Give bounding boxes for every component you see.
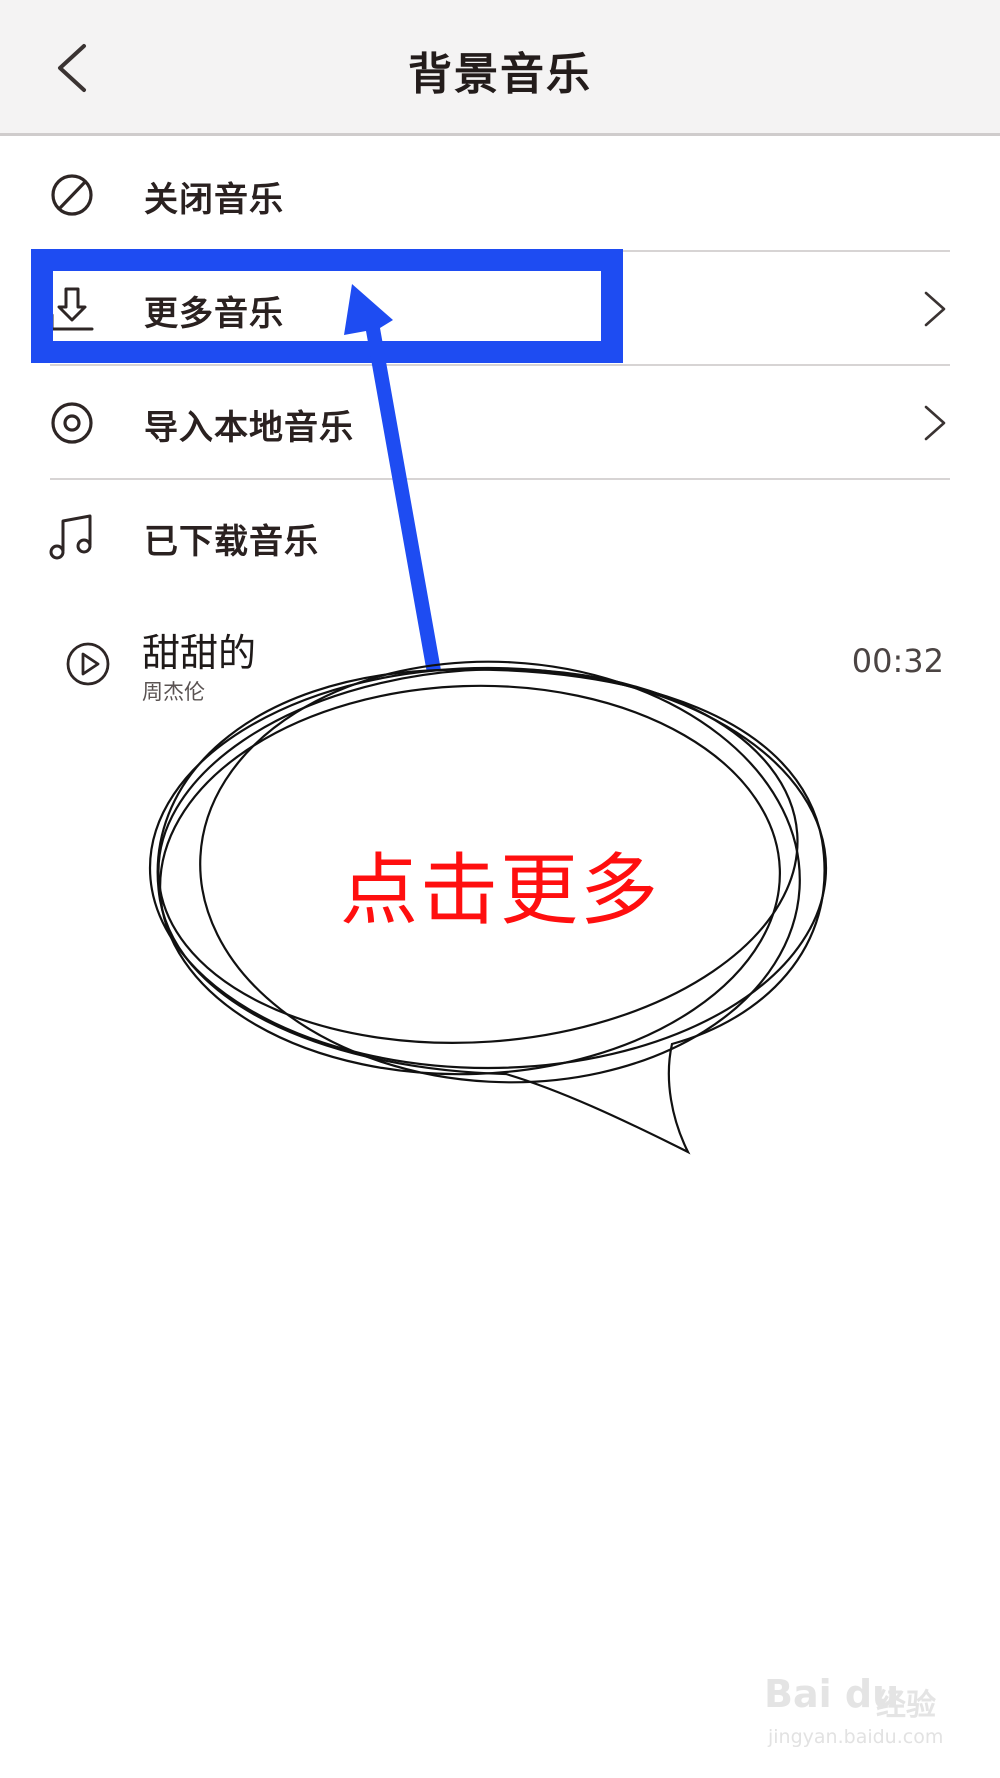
- page-title: 背景音乐: [408, 49, 592, 100]
- menu-item-downloaded-music: 已下载音乐: [0, 480, 1000, 594]
- song-row[interactable]: 甜甜的 周杰伦 00:32: [0, 612, 1000, 722]
- callout-text: 点击更多: [340, 846, 661, 936]
- music-note-icon: [49, 514, 92, 560]
- chevron-right-icon: [924, 291, 946, 327]
- song-artist: 周杰伦: [142, 680, 205, 704]
- play-icon[interactable]: [64, 640, 112, 688]
- song-duration: 00:32: [851, 642, 944, 680]
- menu-item-label: 更多音乐: [144, 294, 284, 334]
- disable-icon: [51, 174, 93, 216]
- menu-item-label: 导入本地音乐: [144, 408, 354, 448]
- song-title: 甜甜的: [142, 631, 257, 675]
- app-header: 背景音乐: [0, 0, 1000, 136]
- watermark-url: jingyan.baidu.com: [768, 1726, 944, 1748]
- menu-item-close-music[interactable]: 关闭音乐: [0, 138, 1000, 252]
- menu-item-more-music[interactable]: 更多音乐: [0, 252, 1000, 366]
- menu-item-label: 关闭音乐: [144, 180, 284, 220]
- disc-icon: [51, 402, 93, 444]
- download-icon: [50, 287, 94, 331]
- watermark: Bai du 经验 jingyan.baidu.com: [764, 1672, 964, 1762]
- menu-item-import-local-music[interactable]: 导入本地音乐: [0, 366, 1000, 480]
- chevron-right-icon: [924, 405, 946, 441]
- watermark-brand: 经验: [876, 1688, 936, 1723]
- menu-item-label: 已下载音乐: [144, 522, 319, 562]
